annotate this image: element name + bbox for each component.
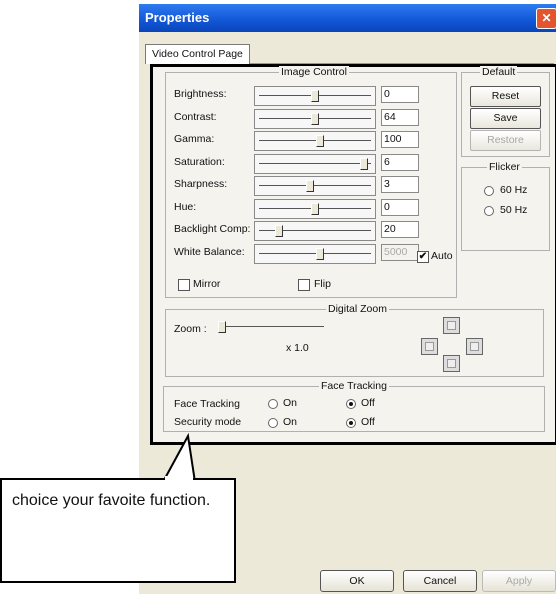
- callout-box: choice your favoite function.: [0, 478, 236, 583]
- callout-text: choice your favoite function.: [12, 492, 211, 509]
- callout-joint: [165, 476, 193, 481]
